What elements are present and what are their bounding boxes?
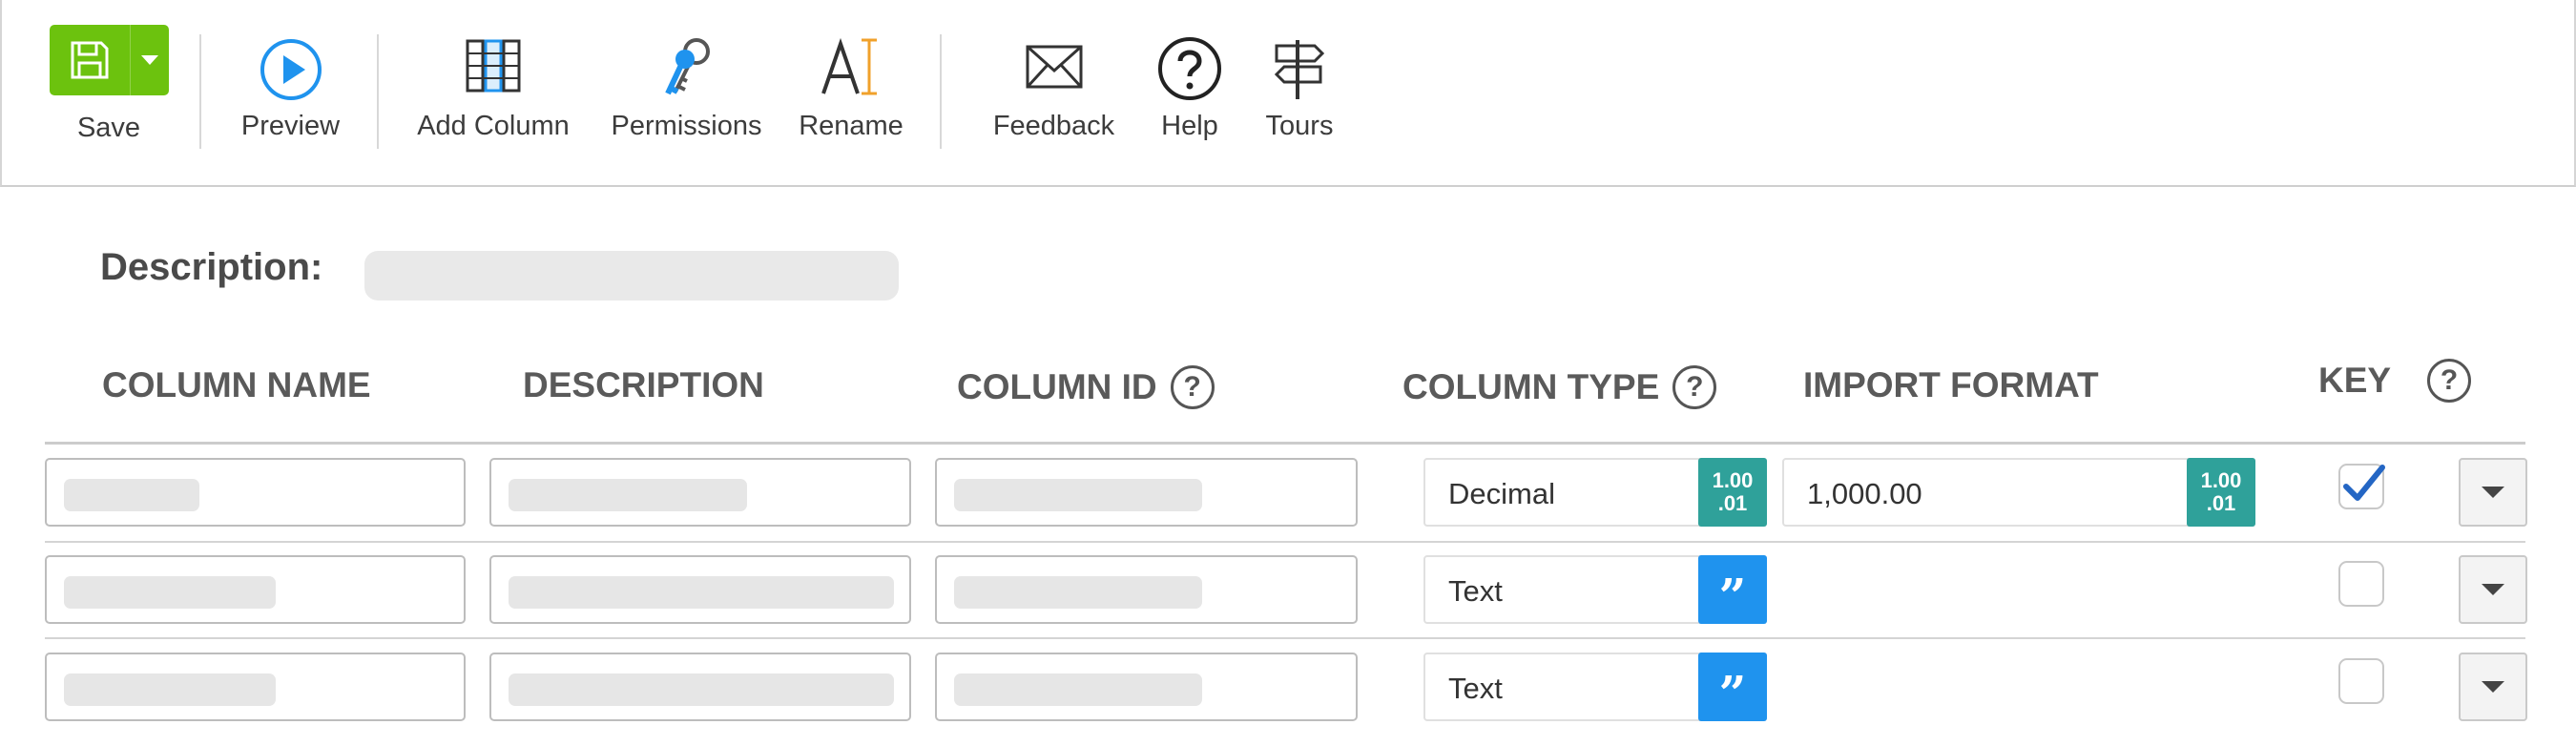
import-format-select[interactable]: 1,000.00 1.00 .01 (1782, 458, 2255, 527)
toolbar-divider (199, 34, 201, 149)
column-type-select[interactable]: Text ” (1423, 653, 1767, 721)
feedback-label: Feedback (992, 111, 1115, 141)
column-type-help-icon[interactable]: ? (1672, 365, 1717, 409)
preview-label: Preview (240, 111, 341, 141)
tours-label: Tours (1265, 111, 1334, 141)
help-label: Help (1161, 111, 1218, 141)
signpost-icon (1274, 40, 1325, 99)
column-type-value: Text (1448, 672, 1503, 705)
checkmark-icon (2343, 465, 2385, 501)
description-input[interactable] (364, 251, 899, 300)
column-description-input[interactable] (489, 555, 911, 624)
caret-down-icon (2482, 681, 2504, 693)
permissions-button[interactable]: Permissions (603, 0, 770, 187)
row-divider (45, 637, 2525, 639)
add-column-label: Add Column (417, 111, 570, 141)
header-column-type: COLUMN TYPE ? (1402, 365, 1717, 409)
envelope-icon (1026, 45, 1082, 89)
header-column-name: COLUMN NAME (102, 365, 371, 404)
column-id-help-icon[interactable]: ? (1170, 365, 1215, 409)
caret-down-icon (2482, 487, 2504, 498)
text-type-icon: ” (1698, 555, 1767, 624)
description-label: Description: (100, 246, 323, 288)
text-type-icon: ” (1698, 653, 1767, 721)
permissions-label: Permissions (611, 111, 762, 141)
column-id-input[interactable] (935, 555, 1358, 624)
row-menu-button[interactable] (2459, 555, 2527, 624)
floppy-disk-icon (71, 41, 109, 79)
help-button[interactable]: Help (1147, 0, 1233, 187)
play-circle-icon (260, 39, 322, 100)
column-name-input[interactable] (45, 653, 466, 721)
caret-down-icon (141, 55, 158, 65)
decimal-type-icon: 1.00 .01 (1698, 458, 1767, 527)
keys-icon (664, 38, 710, 95)
columns-icon (466, 39, 521, 93)
save-dropdown-button[interactable] (130, 25, 169, 95)
column-name-input[interactable] (45, 458, 466, 527)
import-format-value: 1,000.00 (1807, 477, 1922, 510)
key-checkbox[interactable] (2338, 464, 2385, 509)
save-label: Save (76, 113, 141, 143)
column-id-input[interactable] (935, 458, 1358, 527)
caret-down-icon (2482, 584, 2504, 595)
rename-label: Rename (799, 111, 904, 141)
column-type-select[interactable]: Decimal 1.00 .01 (1423, 458, 1767, 527)
decimal-format-icon: 1.00 .01 (2187, 458, 2255, 527)
toolbar-divider (940, 34, 942, 149)
header-import-format: IMPORT FORMAT (1803, 365, 2099, 404)
column-description-input[interactable] (489, 653, 911, 721)
question-circle-icon (1158, 37, 1221, 100)
row-divider (45, 541, 2525, 543)
toolbar-divider (377, 34, 379, 149)
save-button[interactable] (50, 25, 169, 95)
tours-button[interactable]: Tours (1257, 0, 1342, 187)
text-cursor-icon (821, 37, 877, 95)
rename-button[interactable]: Rename (794, 0, 908, 187)
column-type-value: Text (1448, 574, 1503, 608)
key-checkbox[interactable] (2338, 658, 2384, 704)
header-description: DESCRIPTION (523, 365, 764, 404)
column-description-input[interactable] (489, 458, 911, 527)
key-help-icon[interactable]: ? (2427, 359, 2472, 403)
preview-button[interactable]: Preview (231, 0, 350, 187)
header-divider (45, 442, 2525, 445)
header-key: KEY ? (2318, 359, 2472, 403)
key-checkbox[interactable] (2338, 561, 2384, 607)
header-column-id: COLUMN ID ? (957, 365, 1215, 409)
add-column-button[interactable]: Add Column (412, 0, 574, 187)
save-main-button[interactable] (50, 25, 130, 95)
row-menu-button[interactable] (2459, 458, 2527, 527)
column-type-value: Decimal (1448, 477, 1555, 510)
toolbar: Save Preview Add Column Permissions Rena… (0, 0, 2576, 187)
column-id-input[interactable] (935, 653, 1358, 721)
row-menu-button[interactable] (2459, 653, 2527, 721)
column-type-select[interactable]: Text ” (1423, 555, 1767, 624)
column-name-input[interactable] (45, 555, 466, 624)
feedback-button[interactable]: Feedback (985, 0, 1123, 187)
